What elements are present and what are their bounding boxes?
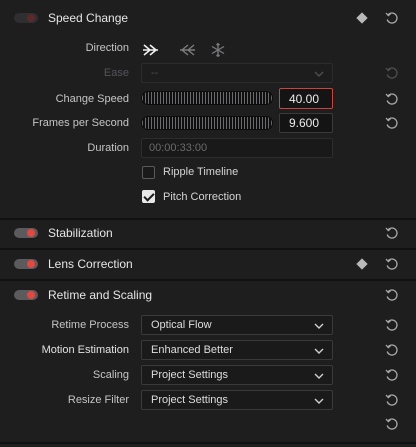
section-divider xyxy=(0,248,416,250)
reset-icon[interactable] xyxy=(384,225,400,241)
section-divider xyxy=(0,442,416,444)
reverse-arrow-icon[interactable] xyxy=(176,43,196,57)
lens-correction-toggle[interactable] xyxy=(14,259,38,269)
ripple-timeline-checkbox[interactable] xyxy=(142,166,155,179)
chevron-down-icon xyxy=(314,71,324,77)
chevron-down-icon xyxy=(314,373,324,379)
change-speed-slider[interactable] xyxy=(141,91,273,105)
chevron-down-icon xyxy=(314,398,324,404)
duration-field: 00:00:33:00 xyxy=(141,138,333,158)
reset-icon[interactable] xyxy=(384,256,400,272)
direction-label: Direction xyxy=(85,42,129,54)
scaling-dropdown[interactable]: Project Settings xyxy=(141,365,333,385)
chevron-down-icon xyxy=(314,348,324,354)
fps-label: Frames per Second xyxy=(32,117,129,129)
duration-label: Duration xyxy=(87,142,129,154)
keyframe-diamond-icon[interactable] xyxy=(356,12,368,24)
toggle-knob xyxy=(27,229,35,237)
resize-filter-value: Project Settings xyxy=(151,394,229,406)
reset-icon[interactable] xyxy=(384,10,400,26)
chevron-down-icon xyxy=(314,323,324,329)
pitch-correction-checkbox[interactable] xyxy=(142,190,155,203)
reset-icon[interactable] xyxy=(384,317,400,333)
stabilization-title: Stabilization xyxy=(48,226,113,240)
retime-process-label: Retime Process xyxy=(51,319,129,331)
reset-icon[interactable] xyxy=(384,115,400,131)
retime-scaling-toggle[interactable] xyxy=(14,290,38,300)
reset-icon[interactable] xyxy=(384,65,400,81)
reset-icon[interactable] xyxy=(384,392,400,408)
motion-estimation-label: Motion Estimation xyxy=(41,344,129,356)
reset-icon[interactable] xyxy=(384,367,400,383)
fps-input[interactable]: 9.600 xyxy=(279,113,333,133)
toggle-knob xyxy=(27,14,35,22)
duration-value: 00:00:33:00 xyxy=(149,142,208,154)
retime-scaling-title: Retime and Scaling xyxy=(48,288,153,302)
keyframe-diamond-icon[interactable] xyxy=(356,258,368,270)
change-speed-input[interactable]: 40.00 xyxy=(279,88,333,109)
freeze-frame-icon[interactable] xyxy=(210,42,226,58)
reset-icon[interactable] xyxy=(384,287,400,303)
section-divider xyxy=(0,279,416,281)
reset-icon[interactable] xyxy=(384,342,400,358)
ripple-timeline-label[interactable]: Ripple Timeline xyxy=(163,166,238,178)
reset-icon[interactable] xyxy=(384,416,400,432)
reset-icon[interactable] xyxy=(384,91,400,107)
change-speed-value: 40.00 xyxy=(289,91,320,106)
pitch-correction-label[interactable]: Pitch Correction xyxy=(163,191,241,203)
stabilization-toggle[interactable] xyxy=(14,228,38,238)
fps-value: 9.600 xyxy=(289,116,320,130)
fps-slider[interactable] xyxy=(141,116,273,130)
ease-value: -- xyxy=(151,67,159,79)
motion-estimation-value: Enhanced Better xyxy=(151,344,233,356)
resize-filter-label: Resize Filter xyxy=(67,394,129,406)
ease-dropdown[interactable]: -- xyxy=(141,63,333,83)
retime-process-dropdown[interactable]: Optical Flow xyxy=(141,315,333,335)
speed-change-toggle[interactable] xyxy=(14,13,38,23)
scaling-value: Project Settings xyxy=(151,369,229,381)
lens-correction-title: Lens Correction xyxy=(48,257,133,271)
retime-process-value: Optical Flow xyxy=(151,319,212,331)
resize-filter-dropdown[interactable]: Project Settings xyxy=(141,390,333,410)
ease-label: Ease xyxy=(103,67,129,79)
toggle-knob xyxy=(27,260,35,268)
motion-estimation-dropdown[interactable]: Enhanced Better xyxy=(141,340,333,360)
scaling-label: Scaling xyxy=(92,369,129,381)
forward-arrow-icon[interactable] xyxy=(142,43,162,57)
speed-change-title: Speed Change xyxy=(48,11,129,25)
section-divider xyxy=(0,218,416,220)
toggle-knob xyxy=(27,291,35,299)
change-speed-label: Change Speed xyxy=(55,93,129,105)
